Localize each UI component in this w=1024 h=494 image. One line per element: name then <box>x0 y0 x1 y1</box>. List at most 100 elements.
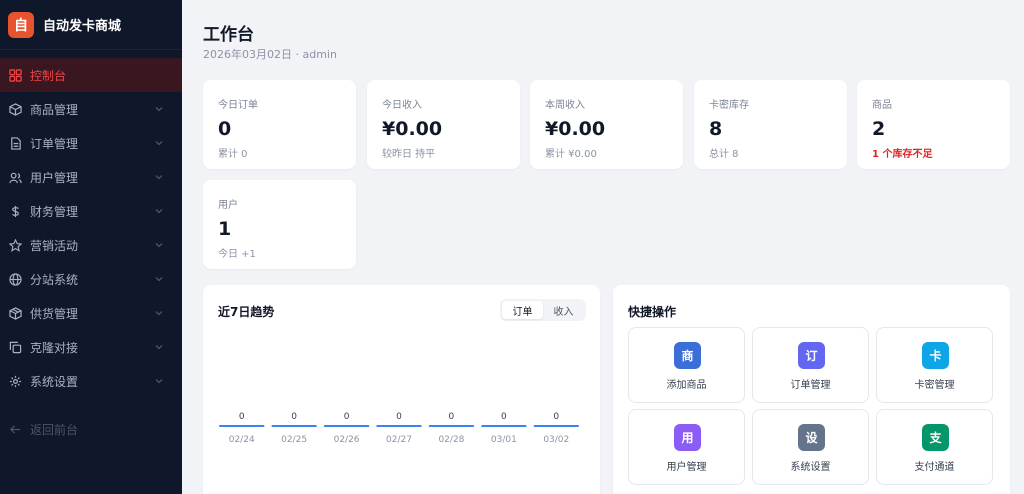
sidebar-item-substations[interactable]: 分站系统 <box>0 262 182 296</box>
chart-tick-label: 02/28 <box>438 435 464 445</box>
quick-action-orders[interactable]: 订 订单管理 <box>752 327 869 403</box>
gear-icon <box>8 374 22 388</box>
sidebar-item-finance[interactable]: 财务管理 <box>0 194 182 228</box>
dollar-icon <box>8 204 22 218</box>
stat-card-today-orders: 今日订单 0 累计 0 <box>203 80 356 169</box>
brand-logo: 自 <box>8 11 34 38</box>
sidebar-item-label: 供货管理 <box>30 306 79 321</box>
chart-bar <box>219 425 265 427</box>
quick-action-label: 订单管理 <box>790 380 831 391</box>
payment-icon: 支 <box>922 424 949 451</box>
back-to-frontend-label: 返回前台 <box>30 422 79 437</box>
page-subtitle: 2026年03月02日 · admin <box>203 48 337 61</box>
sidebar-item-products[interactable]: 商品管理 <box>0 92 182 126</box>
brand-name: 自动发卡商城 <box>43 19 122 34</box>
sidebar-item-dashboard[interactable]: 控制台 <box>0 58 182 92</box>
stat-value: ¥0.00 <box>382 118 443 140</box>
copy-icon <box>8 340 22 354</box>
chevron-down-icon <box>155 379 163 384</box>
quick-action-label: 支付通道 <box>914 462 955 473</box>
chevron-down-icon <box>155 277 163 282</box>
sidebar-item-label: 订单管理 <box>30 136 79 151</box>
stat-card-today-revenue: 今日收入 ¥0.00 较昨日 持平 <box>367 80 520 169</box>
chevron-down-icon <box>155 243 163 248</box>
sidebar-item-label: 克隆对接 <box>30 340 79 355</box>
sidebar-item-settings[interactable]: 系统设置 <box>0 364 182 398</box>
stat-sub: 累计 0 <box>218 149 248 160</box>
chart-tick-label: 02/27 <box>386 435 412 445</box>
chart-data-label: 0 <box>291 412 297 422</box>
star-icon <box>8 238 22 252</box>
sidebar: 自 自动发卡商城 控制台 商品管理 订单管理 用户管理 财务管理 营销活动 分站… <box>0 0 182 494</box>
globe-icon <box>8 272 22 286</box>
stat-label: 商品 <box>872 100 892 111</box>
sidebar-nav: 控制台 商品管理 订单管理 用户管理 财务管理 营销活动 分站系统 供货管理 克… <box>0 58 182 446</box>
quick-action-payment[interactable]: 支 支付通道 <box>876 409 993 485</box>
quick-actions-title: 快捷操作 <box>628 305 677 319</box>
stat-value: 1 <box>218 218 232 240</box>
quick-action-settings[interactable]: 设 系统设置 <box>752 409 869 485</box>
sidebar-item-label: 系统设置 <box>30 374 79 389</box>
stat-card-week-revenue: 本周收入 ¥0.00 累计 ¥0.00 <box>530 80 683 169</box>
arrow-left-icon <box>8 422 22 436</box>
sidebar-item-users[interactable]: 用户管理 <box>0 160 182 194</box>
chart-bar <box>428 425 475 427</box>
stat-card-products: 商品 2 1 个库存不足 <box>857 80 1010 169</box>
quick-action-label: 系统设置 <box>790 462 831 473</box>
sidebar-item-label: 财务管理 <box>30 204 79 219</box>
stat-sub: 累计 ¥0.00 <box>545 149 597 160</box>
sidebar-item-marketing[interactable]: 营销活动 <box>0 228 182 262</box>
chart-bar <box>271 425 317 427</box>
stat-label: 用户 <box>218 200 238 211</box>
add-product-icon: 商 <box>674 342 701 369</box>
sidebar-item-clone[interactable]: 克隆对接 <box>0 330 182 364</box>
sidebar-item-label: 营销活动 <box>30 238 79 253</box>
chart-tick-label: 02/25 <box>281 435 307 445</box>
stat-value: 8 <box>709 118 723 140</box>
chart-tick-label: 03/02 <box>543 435 569 445</box>
sidebar-item-supply[interactable]: 供货管理 <box>0 296 182 330</box>
stat-sub: 较昨日 持平 <box>382 149 436 160</box>
quick-action-add-product[interactable]: 商 添加商品 <box>628 327 745 403</box>
chart-data-label: 0 <box>501 412 507 422</box>
chart-bar <box>323 425 370 427</box>
trend-panel: 近7日趋势 订单 收入 0 02/24 0 02/25 0 02/26 0 02/27 0 02/… <box>203 285 600 494</box>
trend-chart: 0 02/24 0 02/25 0 02/26 0 02/27 0 02/28 0 03/01 0 03/… <box>219 412 579 445</box>
back-to-frontend-link[interactable]: 返回前台 <box>0 412 182 446</box>
orders-icon: 订 <box>798 342 825 369</box>
brand[interactable]: 自 自动发卡商城 <box>0 0 182 50</box>
quick-action-label: 用户管理 <box>666 462 707 473</box>
page-title: 工作台 <box>203 25 254 45</box>
chevron-down-icon <box>155 141 163 146</box>
chart-tick-label: 02/24 <box>229 435 255 445</box>
stat-sub: 总计 8 <box>709 149 739 160</box>
stat-value: 2 <box>872 118 886 140</box>
chart-data-label: 0 <box>239 412 245 422</box>
quick-action-label: 添加商品 <box>666 380 707 391</box>
stat-card-card-stock: 卡密库存 8 总计 8 <box>694 80 847 169</box>
settings-icon: 设 <box>798 424 825 451</box>
chart-tick-label: 03/01 <box>491 435 517 445</box>
stat-label: 卡密库存 <box>709 100 749 111</box>
stat-sub: 今日 +1 <box>218 249 256 260</box>
document-icon <box>8 136 22 150</box>
chart-bar <box>481 425 527 427</box>
chevron-down-icon <box>155 107 163 112</box>
sidebar-item-label: 用户管理 <box>30 170 79 185</box>
chevron-down-icon <box>155 175 163 180</box>
stat-card-users: 用户 1 今日 +1 <box>203 180 356 269</box>
box-icon <box>8 102 22 116</box>
chart-bar <box>376 425 422 427</box>
sidebar-item-label: 控制台 <box>30 68 67 83</box>
sidebar-item-orders[interactable]: 订单管理 <box>0 126 182 160</box>
quick-action-card-keys[interactable]: 卡 卡密管理 <box>876 327 993 403</box>
quick-action-users[interactable]: 用 用户管理 <box>628 409 745 485</box>
chart-data-label: 0 <box>344 412 350 422</box>
chevron-down-icon <box>155 311 163 316</box>
users-icon: 用 <box>674 424 701 451</box>
chevron-down-icon <box>155 345 163 350</box>
stat-sub-warning: 1 个库存不足 <box>872 149 933 160</box>
main-content: 工作台 2026年03月02日 · admin 今日订单 0 累计 0 今日收入… <box>182 0 1024 494</box>
quick-actions-panel: 快捷操作 商 添加商品 订 订单管理 卡 卡密管理 用 用户管理 设 系统设置 … <box>613 285 1010 494</box>
stat-label: 本周收入 <box>545 100 585 111</box>
